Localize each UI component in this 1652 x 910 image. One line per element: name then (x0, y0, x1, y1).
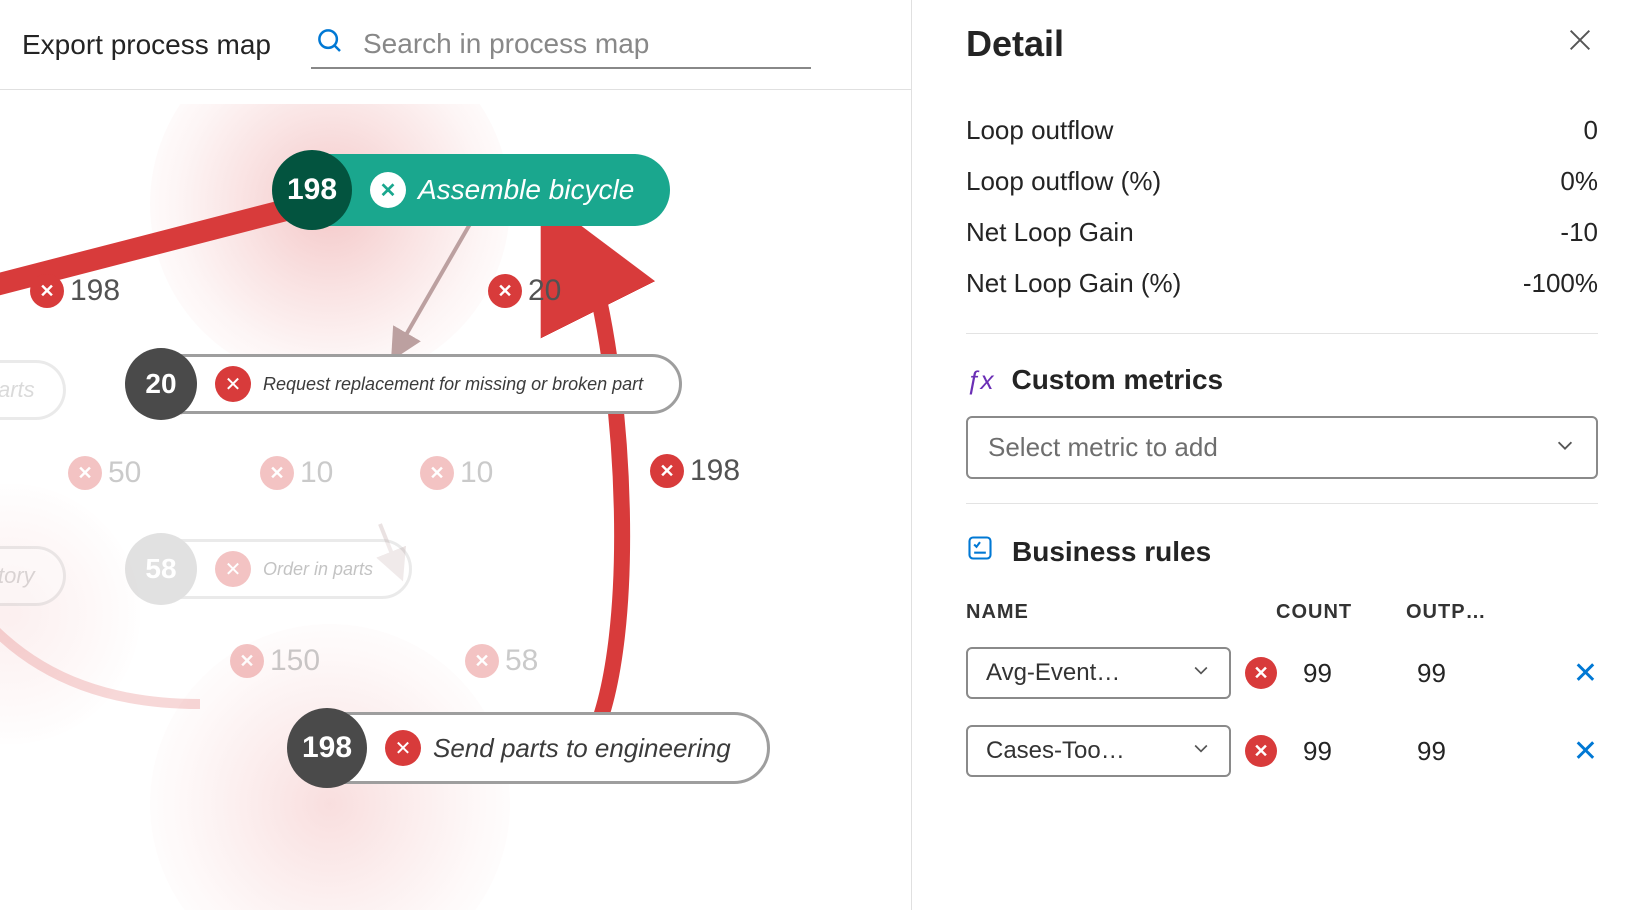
node-label: Send parts to engineering (433, 733, 731, 764)
delete-button[interactable]: ✕ (1573, 734, 1598, 769)
node-order-parts[interactable]: 58 ✕ Order in parts (128, 539, 412, 599)
node-send-parts[interactable]: 198 ✕ Send parts to engineering (290, 712, 770, 784)
detail-panel: Detail Loop outflow0 Loop outflow (%)0% … (912, 0, 1652, 910)
edge-label: ✕150 (230, 644, 320, 678)
delete-button[interactable]: ✕ (1573, 656, 1598, 691)
custom-metric-dropdown[interactable]: Select metric to add (966, 416, 1598, 479)
close-circle-icon: ✕ (260, 456, 294, 490)
metric-row: Net Loop Gain (%)-100% (966, 258, 1598, 309)
close-circle-icon: ✕ (385, 730, 421, 766)
node-assemble-bicycle[interactable]: 198 ✕ Assemble bicycle (278, 154, 670, 226)
close-circle-icon: ✕ (215, 551, 251, 587)
close-button[interactable] (1562, 22, 1598, 65)
rule-output: 99 (1407, 658, 1537, 689)
edge-label: ✕10 (420, 456, 493, 490)
metric-row: Loop outflow (%)0% (966, 156, 1598, 207)
edge-label: ✕50 (68, 456, 141, 490)
node-label: Assemble bicycle (418, 174, 634, 206)
search-input[interactable] (363, 28, 807, 60)
section-title: Business rules (1012, 536, 1211, 568)
section-title: Custom metrics (1011, 364, 1223, 396)
node-label: Request replacement for missing or broke… (263, 374, 643, 395)
error-icon: ✕ (1245, 735, 1277, 767)
rule-row: Cases-Too… ✕ 99 99 ✕ (966, 718, 1598, 784)
panel-title: Detail (966, 23, 1064, 65)
chevron-down-icon (1191, 659, 1211, 687)
node-count: 198 (272, 150, 352, 230)
node-fragment[interactable]: tory (0, 546, 66, 606)
close-circle-icon: ✕ (68, 456, 102, 490)
close-circle-icon: ✕ (215, 366, 251, 402)
search-icon (315, 26, 345, 61)
node-count: 58 (125, 533, 197, 605)
close-circle-icon: ✕ (370, 172, 406, 208)
metric-row: Net Loop Gain-10 (966, 207, 1598, 258)
edge-label: ✕198 (650, 454, 740, 488)
chevron-down-icon (1554, 432, 1576, 463)
node-fragment[interactable]: arts (0, 360, 66, 420)
close-circle-icon: ✕ (488, 274, 522, 308)
rule-row: Avg-Event… ✕ 99 99 ✕ (966, 640, 1598, 706)
process-map-canvas[interactable]: 198 ✕ Assemble bicycle 20 ✕ Request repl… (0, 104, 911, 910)
rule-output: 99 (1407, 736, 1537, 767)
rule-count: 99 (1277, 736, 1407, 767)
chevron-down-icon (1191, 737, 1211, 765)
metric-row: Loop outflow0 (966, 105, 1598, 156)
rule-count: 99 (1277, 658, 1407, 689)
node-label: Order in parts (263, 559, 373, 580)
node-count: 20 (125, 348, 197, 420)
edge-label: ✕20 (488, 274, 561, 308)
edge-label: ✕58 (465, 644, 538, 678)
node-request-replacement[interactable]: 20 ✕ Request replacement for missing or … (128, 354, 682, 414)
search-wrap (311, 20, 811, 69)
rule-dropdown[interactable]: Avg-Event… (966, 647, 1231, 699)
error-icon: ✕ (1245, 657, 1277, 689)
rule-dropdown[interactable]: Cases-Too… (966, 725, 1231, 777)
edge-label: ✕198 (30, 274, 120, 308)
close-circle-icon: ✕ (420, 456, 454, 490)
close-circle-icon: ✕ (230, 644, 264, 678)
edge-label: ✕10 (260, 456, 333, 490)
close-circle-icon: ✕ (465, 644, 499, 678)
node-count: 198 (287, 708, 367, 788)
fx-icon: ƒx (966, 365, 993, 396)
close-circle-icon: ✕ (650, 454, 684, 488)
rules-icon (966, 534, 994, 569)
export-link[interactable]: Export process map (22, 29, 271, 61)
close-circle-icon: ✕ (30, 274, 64, 308)
table-header: NAME COUNT OUTP… (966, 601, 1598, 624)
